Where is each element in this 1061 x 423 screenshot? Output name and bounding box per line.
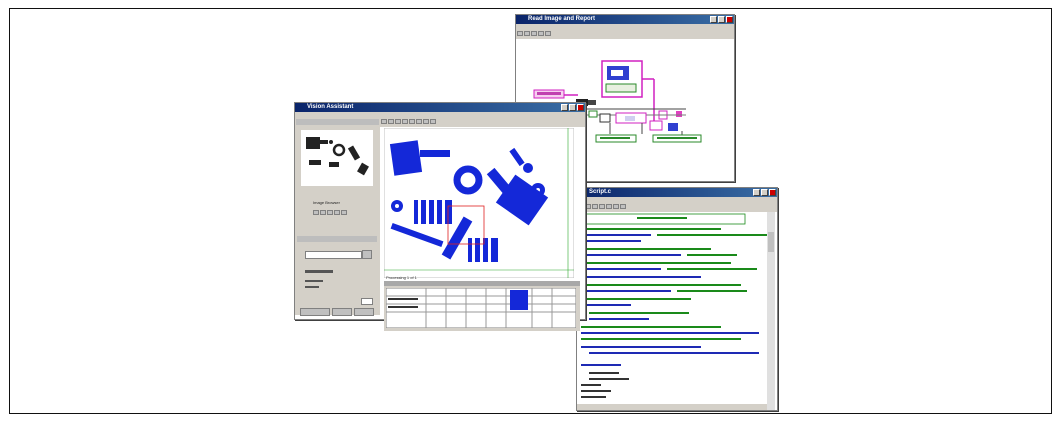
cut-icon[interactable] [599,204,605,209]
results-header [384,281,580,286]
thumbnail-caption: Image Browser [313,200,340,205]
option-label [305,280,323,282]
code-window-title: Script.c [589,189,612,195]
minimize-button[interactable] [753,189,760,196]
maximize-button[interactable] [718,16,725,23]
diagram-toolbar [516,30,734,39]
zoom-out-icon[interactable] [388,119,394,124]
pan-icon[interactable] [416,119,422,124]
diagram-title-bar[interactable]: Read Image and Report [516,15,734,24]
minimize-button[interactable] [710,16,717,23]
settings-tabs[interactable] [297,236,377,242]
previous-image-button[interactable] [320,210,326,215]
settings-button[interactable] [362,250,372,259]
vision-window: Vision Assistant Image Browser Processin… [294,102,586,331]
next-image-button[interactable] [327,210,333,215]
cancel-button[interactable] [354,308,374,316]
results-table[interactable] [386,288,576,328]
panel-tabs[interactable] [296,119,379,125]
roi-rect-icon[interactable] [402,119,408,124]
run-tool-icon[interactable] [517,31,523,36]
minimize-button[interactable] [561,104,568,111]
fit-icon[interactable] [395,119,401,124]
vision-toolbar [380,118,585,127]
maximize-button[interactable] [761,189,768,196]
close-button[interactable] [577,104,584,111]
first-image-button[interactable] [313,210,319,215]
option-checkbox[interactable] [305,270,333,273]
roi-line-icon[interactable] [409,119,415,124]
vision-window-title: Vision Assistant [307,104,354,110]
option-label [305,286,319,288]
build-icon[interactable] [620,204,626,209]
close-button[interactable] [769,189,776,196]
measure-icon[interactable] [423,119,429,124]
main-panel: Processing 1 of 1 [380,118,585,331]
settings-field[interactable] [305,251,362,259]
close-button[interactable] [726,16,733,23]
ok-button[interactable] [300,308,330,316]
value-field[interactable] [361,298,373,305]
palette-icon[interactable] [430,119,436,124]
vision-title-bar[interactable]: Vision Assistant [295,103,585,112]
code-toolbar [577,203,777,212]
action-buttons [300,308,374,316]
last-image-button[interactable] [334,210,340,215]
save-file-icon[interactable] [592,204,598,209]
delete-image-button[interactable] [341,210,347,215]
copy-icon[interactable] [606,204,612,209]
status-text: Processing 1 of 1 [386,275,417,280]
paste-icon[interactable] [613,204,619,209]
left-panel: Image Browser [295,118,380,316]
results-panel [384,281,580,331]
pause-tool-icon[interactable] [531,31,537,36]
image-view[interactable] [384,128,574,278]
diagram-window-title: Read Image and Report [528,16,596,22]
zoom-in-icon[interactable] [381,119,387,124]
image-thumbnail[interactable] [301,130,373,186]
code-title-bar[interactable]: Script.c [577,188,777,197]
code-editor [577,212,775,410]
stop-tool-icon[interactable] [524,31,530,36]
apply-button[interactable] [332,308,352,316]
browser-nav-buttons [313,210,347,215]
maximize-button[interactable] [569,104,576,111]
step-tool-icon[interactable] [538,31,544,36]
code-window: Script.c [576,187,778,411]
font-tool-icon[interactable] [545,31,551,36]
